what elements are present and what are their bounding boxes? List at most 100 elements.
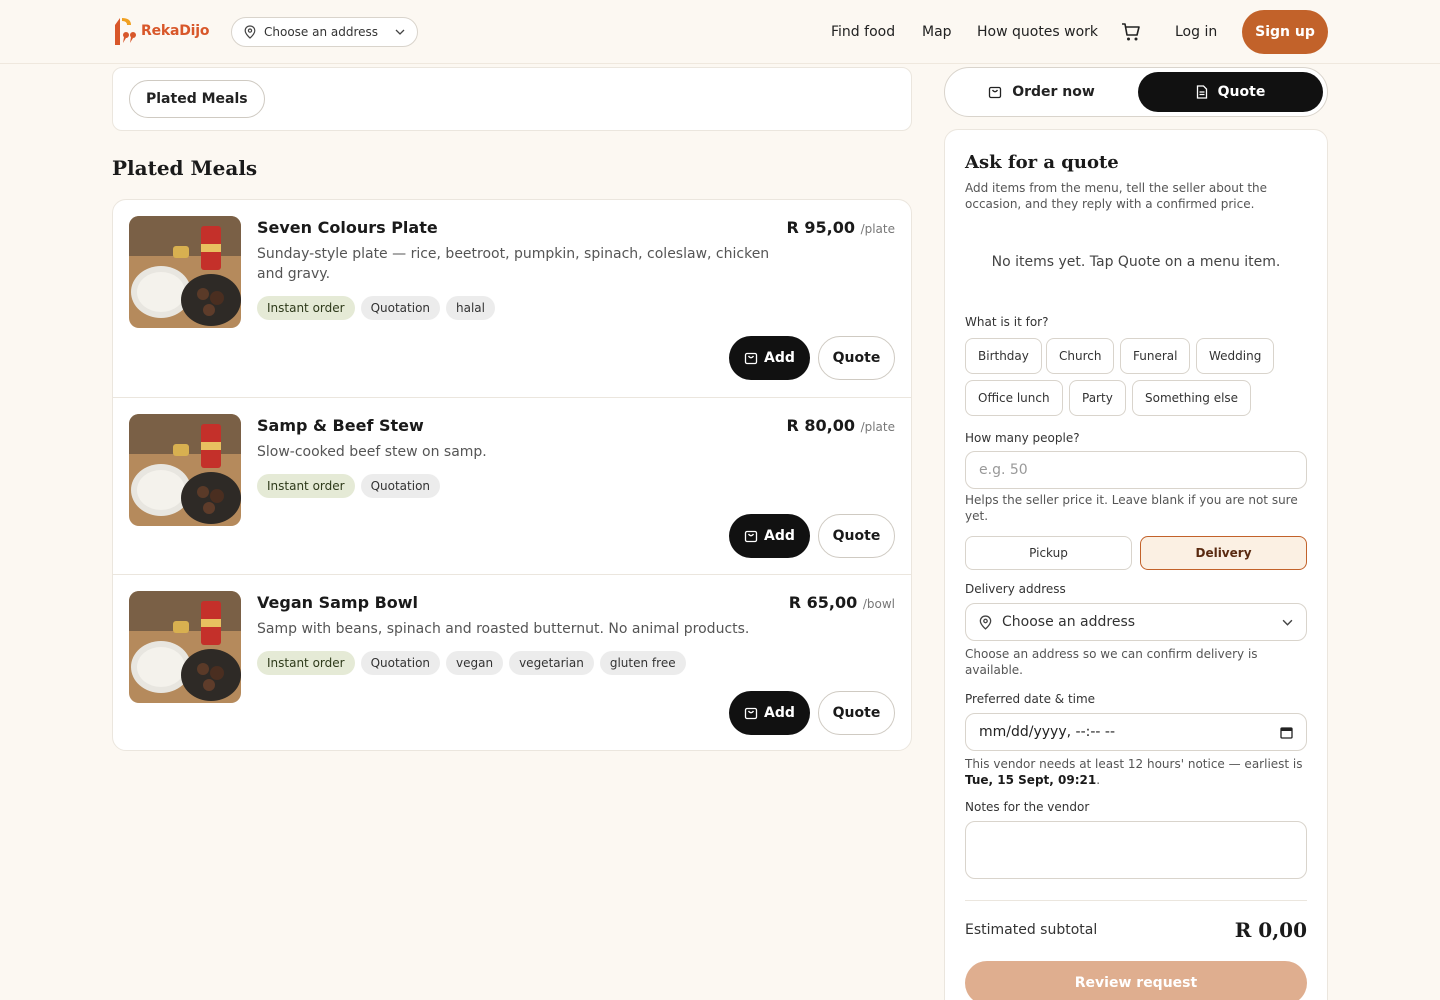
delivery-address-select[interactable]: Choose an address [965,603,1307,641]
quote-panel-subtitle: Add items from the menu, tell the seller… [965,181,1268,211]
notes-textarea[interactable] [965,821,1307,879]
chevron-down-icon [395,29,405,35]
tag-vegetarian: vegetarian [509,651,594,675]
add-button-label: Add [764,705,795,721]
price-unit: /plate [860,222,895,236]
bag-icon [744,707,758,720]
add-button[interactable]: Add [729,691,810,735]
price-value: R 80,00 [786,416,855,435]
add-button[interactable]: Add [729,514,810,558]
brand-name: RekaDijo [141,23,210,39]
header-address-selector[interactable]: Choose an address [231,17,418,47]
delivery-address-label: Delivery address [965,582,1066,596]
notes-label: Notes for the vendor [965,800,1090,814]
order-now-label: Order now [1012,84,1095,100]
quote-button[interactable]: Quote [818,691,895,735]
tag-gluten-free: gluten free [599,651,686,675]
date-label: Preferred date & time [965,692,1096,706]
date-time-input[interactable]: mm/dd/yyyy, --:-- -- [965,713,1307,751]
login-link[interactable]: Log in [1175,24,1217,40]
add-button-label: Add [764,528,795,544]
price-unit: /plate [860,420,895,434]
subtotal-value: R 0,00 [1234,918,1307,942]
price-unit: /bowl [862,597,895,611]
quote-tab[interactable]: Quote [1138,72,1323,112]
location-pin-icon [979,614,992,630]
order-mode-toggle: Order now Quote [944,67,1328,117]
cart-icon[interactable] [1121,22,1141,42]
tag-vegan: vegan [446,651,504,675]
menu-item-price: R 65,00 /bowl [789,593,895,612]
tag-quotation: Quotation [360,474,441,498]
price-value: R 95,00 [786,218,855,237]
price-value: R 65,00 [788,593,858,612]
occasion-something-else[interactable]: Something else [1132,380,1252,416]
location-pin-icon [244,25,256,39]
review-request-button[interactable]: Review request [965,961,1307,1000]
chevron-down-icon [1282,619,1293,626]
people-help: Helps the seller price it. Leave blank i… [965,493,1298,523]
menu-item-photo [129,591,241,703]
pickup-option[interactable]: Pickup [965,536,1132,570]
calendar-icon[interactable] [1280,726,1293,739]
header-address-label: Choose an address [264,25,379,39]
notice-help: This vendor needs at least 12 hours' not… [965,757,1303,787]
quote-button[interactable]: Quote [818,336,895,380]
occasion-birthday[interactable]: Birthday [965,338,1042,374]
section-title: Plated Meals [112,156,258,180]
signup-button[interactable]: Sign up [1242,10,1328,54]
brand-logo[interactable]: RekaDijo [111,15,209,47]
divider [965,900,1307,901]
occasion-wedding[interactable]: Wedding [1196,338,1275,374]
menu-item-description: Samp with beans, spinach and roasted but… [257,621,750,637]
add-button-label: Add [764,350,795,366]
menu-item: Vegan Samp Bowl Samp with beans, spinach… [113,574,911,750]
menu-item: Samp & Beef Stew Slow-cooked beef stew o… [113,397,911,574]
menu-item-name: Vegan Samp Bowl [257,593,419,612]
add-button[interactable]: Add [729,336,810,380]
quote-panel-title: Ask for a quote [965,152,1119,173]
top-navigation-bar: RekaDijo Choose an address Find food Map… [0,0,1440,64]
menu-list: Seven Colours Plate Sunday-style plate —… [112,199,912,751]
menu-item-name: Samp & Beef Stew [257,416,424,435]
menu-item-tags: Instant order Quotation [257,474,441,498]
delivery-address-value: Choose an address [1002,614,1136,630]
notice-earliest-date: Tue, 15 Sept, 09:21 [965,773,1097,787]
date-time-value: mm/dd/yyyy, --:-- -- [979,724,1116,740]
tag-quotation: Quotation [360,296,441,320]
quote-button[interactable]: Quote [818,514,895,558]
address-help: Choose an address so we can confirm deli… [965,647,1258,677]
order-now-tab[interactable]: Order now [949,72,1134,112]
people-input[interactable]: e.g. 50 [965,451,1307,489]
people-label: How many people? [965,431,1080,445]
occasion-church[interactable]: Church [1046,338,1115,374]
category-bar: Plated Meals [112,67,912,131]
bag-icon [744,530,758,543]
tag-quotation: Quotation [360,651,441,675]
occasion-party[interactable]: Party [1069,380,1126,416]
menu-item-description: Sunday-style plate — rice, beetroot, pum… [257,246,770,282]
quote-panel: Ask for a quote Add items from the menu,… [944,129,1328,1000]
menu-item-photo [129,414,241,526]
menu-item-description: Slow-cooked beef stew on samp. [257,444,487,460]
quote-empty-state: No items yet. Tap Quote on a menu item. [991,254,1281,270]
tag-instant-order: Instant order [257,296,355,320]
menu-item: Seven Colours Plate Sunday-style plate —… [113,200,911,397]
logo-mark-icon [115,18,136,45]
category-plated-meals[interactable]: Plated Meals [129,80,265,118]
bag-icon [989,86,1002,99]
menu-item-tags: Instant order Quotation halal [257,296,495,320]
menu-item-price: R 95,00 /plate [786,218,895,237]
nav-map[interactable]: Map [922,24,952,40]
menu-item-tags: Instant order Quotation vegan vegetarian… [257,651,686,675]
quote-tab-label: Quote [1217,84,1266,100]
delivery-option[interactable]: Delivery [1140,536,1307,570]
menu-item-name: Seven Colours Plate [257,218,438,237]
occasion-label: What is it for? [965,315,1049,329]
nav-how-quotes-work[interactable]: How quotes work [977,24,1098,40]
menu-item-price: R 80,00 /plate [786,416,895,435]
nav-find-food[interactable]: Find food [831,24,895,40]
occasion-funeral[interactable]: Funeral [1120,338,1191,374]
occasion-office-lunch[interactable]: Office lunch [965,380,1063,416]
menu-item-photo [129,216,241,328]
